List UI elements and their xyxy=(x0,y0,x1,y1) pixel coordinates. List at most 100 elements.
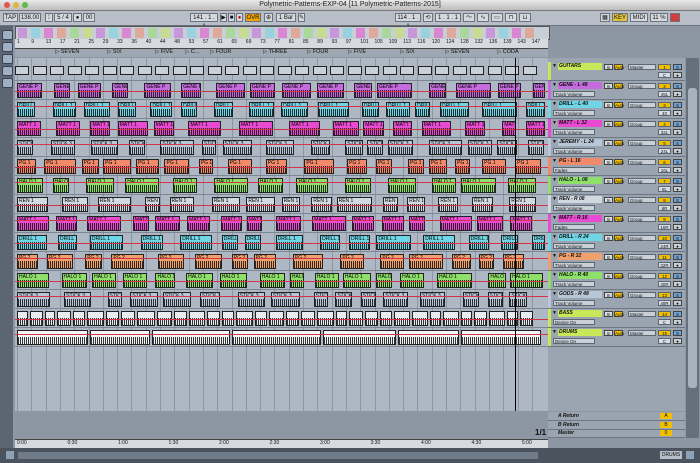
automation-line[interactable] xyxy=(15,243,548,244)
locator-marker[interactable]: ▷ FOUR xyxy=(210,49,231,55)
solo-button[interactable]: S xyxy=(673,83,682,89)
audio-clip[interactable]: STICK 3 xyxy=(162,292,191,307)
input-monitor-button[interactable]: In xyxy=(604,83,613,89)
automation-chooser[interactable]: Track Volume xyxy=(553,186,595,192)
solo-button[interactable]: S xyxy=(673,102,682,108)
track-activator[interactable]: 2 xyxy=(658,83,671,89)
input-monitor-button[interactable]: In xyxy=(604,140,613,146)
track-name[interactable]: DRUMS xyxy=(558,329,602,336)
audio-clip[interactable]: STICK 3 xyxy=(528,140,544,155)
auto-monitor-button[interactable]: Auto xyxy=(614,197,624,203)
pan-field[interactable]: 48R xyxy=(658,300,671,306)
audio-clip[interactable]: DRILL 1 xyxy=(361,102,379,117)
output-routing[interactable]: Group xyxy=(628,235,656,241)
file-browser-icon[interactable] xyxy=(2,66,13,76)
input-monitor-button[interactable]: In xyxy=(604,197,613,203)
audio-clip[interactable]: DRILL 1 xyxy=(213,102,234,117)
browser-toggle-icon[interactable] xyxy=(2,30,13,40)
track-name[interactable]: MATT - L 32 xyxy=(558,120,602,127)
pan-field[interactable]: 16R xyxy=(658,224,671,230)
group-summary-clip[interactable] xyxy=(295,66,309,75)
track-header[interactable]: ▼ PG - R 32 Track Volume In Auto Group 11 32R S ● xyxy=(548,252,685,271)
auto-monitor-button[interactable]: Auto xyxy=(614,83,624,89)
auto-monitor-button[interactable]: Auto xyxy=(614,273,624,279)
track-header[interactable]: ▼ REN - R 08 Track Volume In Auto Group 8 8R S ● xyxy=(548,195,685,214)
automation-chooser[interactable]: Device On xyxy=(553,338,595,344)
track-header[interactable]: ▼ DRUMS Device On In Auto Master 15 C S ● xyxy=(548,328,685,347)
device-browser-icon[interactable] xyxy=(2,42,13,52)
audio-clip[interactable]: PG 2 xyxy=(194,254,223,269)
audio-clip[interactable]: STICK 3 xyxy=(91,140,118,155)
track-name[interactable]: PG - R 32 xyxy=(558,253,602,260)
locator-marker[interactable]: ▷ SIX xyxy=(107,49,122,55)
track-activator[interactable]: 8 xyxy=(658,197,671,203)
output-routing[interactable]: Master xyxy=(628,330,656,336)
input-monitor-button[interactable]: In xyxy=(604,216,613,222)
audio-clip[interactable]: DRILL 1 xyxy=(181,102,197,117)
automation-line[interactable] xyxy=(15,319,548,320)
midi-map-button[interactable]: MIDI xyxy=(630,13,648,22)
automation-chooser[interactable]: Track Volume xyxy=(553,148,595,154)
pan-field[interactable]: 40R xyxy=(658,281,671,287)
solo-button[interactable]: S xyxy=(673,330,682,336)
audio-clip[interactable]: MATT 1 xyxy=(187,216,210,231)
locator-marker[interactable]: ▷ SEVEN xyxy=(445,49,469,55)
track-activator[interactable]: 3 xyxy=(658,102,671,108)
track-name[interactable]: JEREMY - L 24 xyxy=(558,139,602,146)
audio-clip[interactable]: MATT 1 xyxy=(246,216,263,231)
locator-marker[interactable]: ▷ SIX xyxy=(400,49,415,55)
pan-field[interactable]: 32R xyxy=(658,262,671,268)
audio-clip[interactable]: DRILL 1 xyxy=(281,102,309,117)
automation-line[interactable] xyxy=(15,258,548,259)
group-summary-clip[interactable] xyxy=(330,66,344,75)
track-header[interactable]: ▼ DRILL - R 24 Track Volume In Auto Group 10 24… xyxy=(548,233,685,252)
automation-line[interactable] xyxy=(15,296,548,297)
audio-clip[interactable]: MATT 1 xyxy=(408,216,426,231)
arm-button[interactable]: ● xyxy=(673,110,682,116)
auto-monitor-button[interactable]: Auto xyxy=(614,178,624,184)
fold-triangle-icon[interactable]: ▼ xyxy=(552,310,557,316)
solo-button[interactable]: S xyxy=(673,64,682,70)
drums-track-selector[interactable]: DRUMS xyxy=(660,451,682,459)
play-button[interactable]: ▶ xyxy=(220,13,227,22)
back-to-arrangement-button[interactable]: ▭ xyxy=(491,13,503,22)
track-header[interactable]: ▼ GODS - R 48 Track Volume In Auto Group 13 48R… xyxy=(548,290,685,309)
audio-clip[interactable]: HALO 1 xyxy=(125,178,160,193)
output-routing[interactable]: Group xyxy=(628,273,656,279)
arm-button[interactable]: ● xyxy=(673,338,682,344)
audio-clip[interactable]: MATT 1 xyxy=(17,216,50,231)
audio-clip[interactable]: PG 2 xyxy=(451,254,472,269)
pan-field[interactable]: 16L xyxy=(658,167,671,173)
output-routing[interactable]: Group xyxy=(628,216,656,222)
input-monitor-button[interactable]: In xyxy=(604,330,613,336)
audio-clip[interactable]: PG 2 xyxy=(111,254,144,269)
audio-clip[interactable]: HALO 1 xyxy=(85,178,115,193)
automation-line[interactable] xyxy=(15,281,548,282)
solo-button[interactable]: S xyxy=(673,311,682,317)
solo-button[interactable]: S xyxy=(673,273,682,279)
punch-out-button[interactable]: ⊔ xyxy=(519,13,531,22)
output-routing[interactable]: Group xyxy=(628,140,656,146)
locator-marker[interactable]: ▷ THREE xyxy=(263,49,287,55)
audio-clip[interactable]: PG 2 xyxy=(157,254,184,269)
audio-clip[interactable] xyxy=(17,330,89,345)
track-header[interactable]: ▼ MATT - R 16 Fades In Auto Group 9 16R S ● xyxy=(548,214,685,233)
audio-clip[interactable] xyxy=(461,330,542,345)
audio-clip[interactable]: HALO 1 xyxy=(432,178,456,193)
audio-clip[interactable]: MATT 1 xyxy=(55,216,78,231)
record-button[interactable]: ● xyxy=(236,13,243,22)
audio-clip[interactable]: MATT 1 xyxy=(510,216,533,231)
fold-triangle-icon[interactable]: ▼ xyxy=(552,196,557,202)
track-name[interactable]: BASS xyxy=(558,310,602,317)
audio-clip[interactable]: STICK 3 xyxy=(387,140,414,155)
audio-clip[interactable]: STICK 3 xyxy=(130,292,158,307)
track-name[interactable]: PG - L 16 xyxy=(558,158,602,165)
overdub-button[interactable]: OVR xyxy=(245,13,261,22)
pan-field[interactable]: 8L xyxy=(658,186,671,192)
output-routing[interactable]: Master xyxy=(628,64,656,70)
scroll-thumb[interactable] xyxy=(688,88,697,388)
solo-button[interactable]: S xyxy=(673,121,682,127)
audio-clip[interactable]: MATT 1 xyxy=(276,216,301,231)
audio-clip[interactable]: STICK 3 xyxy=(265,140,295,155)
input-monitor-button[interactable]: In xyxy=(604,121,613,127)
